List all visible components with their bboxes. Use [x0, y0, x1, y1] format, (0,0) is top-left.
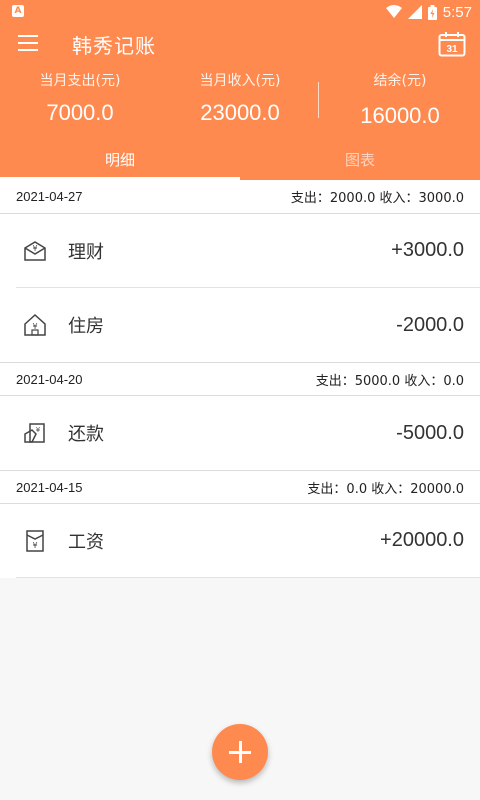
- balance-value: 16000.0: [360, 103, 440, 128]
- calendar-icon[interactable]: 31: [438, 31, 466, 57]
- item-category: 理财: [68, 241, 104, 263]
- expense-label: 当月支出(元): [39, 73, 121, 89]
- item-category: 工资: [68, 531, 104, 553]
- list-item[interactable]: ¥ 住房 -2000.0: [16, 288, 480, 362]
- tab-bar: 明细 图表: [0, 144, 480, 180]
- menu-icon[interactable]: [18, 35, 38, 51]
- date-header: 2021-04-20 支出：5000.0 收入：0.0: [0, 362, 480, 396]
- date-label: 2021-04-27: [16, 189, 83, 204]
- balance-label: 结余(元): [373, 73, 427, 89]
- date-header: 2021-04-15 支出：0.0 收入：20000.0: [0, 470, 480, 504]
- income-label: 当月收入(元): [199, 73, 281, 89]
- balance-summary: 结余(元) 16000.0: [340, 70, 460, 129]
- calendar-day: 31: [446, 44, 458, 55]
- transaction-list: 2021-04-27 支出：2000.0 收入：3000.0 ¥ 理财 +300…: [0, 180, 480, 578]
- date-summary: 支出：0.0 收入：20000.0: [307, 481, 464, 497]
- wifi-icon: [385, 5, 402, 18]
- item-amount: +20000.0: [380, 529, 464, 551]
- status-icons: 5:57: [385, 2, 472, 22]
- date-summary: 支出：2000.0 收入：3000.0: [290, 191, 464, 206]
- svg-text:¥: ¥: [32, 244, 37, 253]
- toolbar: 韩秀记账 31: [0, 28, 480, 60]
- summary-divider: [318, 82, 319, 118]
- list-item[interactable]: ¥ 理财 +3000.0: [16, 214, 480, 288]
- item-amount: -2000.0: [396, 313, 464, 336]
- list-item[interactable]: ¥ 工资 +20000.0: [16, 504, 480, 578]
- signal-icon: [407, 5, 422, 19]
- add-record-button[interactable]: [212, 724, 268, 780]
- item-category: 住房: [68, 316, 104, 337]
- item-amount: +3000.0: [391, 239, 464, 261]
- battery-icon: [427, 4, 437, 20]
- date-label: 2021-04-15: [16, 479, 83, 495]
- repayment-icon: ¥: [24, 423, 45, 443]
- monthly-summary: 当月支出(元) 7000.0 当月收入(元) 23000.0 结余(元) 160…: [0, 70, 480, 140]
- tab-chart[interactable]: 图表: [240, 149, 480, 170]
- svg-text:¥: ¥: [36, 426, 41, 434]
- income-value: 23000.0: [200, 100, 280, 125]
- svg-text:¥: ¥: [32, 541, 37, 550]
- house-icon: ¥: [24, 313, 46, 336]
- date-summary: 支出：5000.0 收入：0.0: [315, 373, 464, 389]
- expense-value: 7000.0: [46, 100, 114, 125]
- app-header: A 5:57 韩秀记账 31 当月支出(元) 7000.0 当月收入(元) 23…: [0, 0, 480, 180]
- date-header: 2021-04-27 支出：2000.0 收入：3000.0: [0, 180, 480, 214]
- app-title: 韩秀记账: [72, 34, 156, 58]
- date-label: 2021-04-20: [16, 371, 83, 387]
- status-time: 5:57: [442, 3, 472, 21]
- notification-icon: A: [12, 5, 24, 17]
- status-bar: A 5:57: [0, 0, 480, 24]
- item-category: 还款: [68, 424, 104, 445]
- list-item[interactable]: ¥ 还款 -5000.0: [16, 396, 480, 470]
- expense-summary: 当月支出(元) 7000.0: [20, 70, 140, 126]
- income-summary: 当月收入(元) 23000.0: [180, 70, 300, 126]
- item-amount: -5000.0: [396, 421, 464, 444]
- tab-detail[interactable]: 明细: [0, 149, 240, 170]
- finance-icon: ¥: [24, 240, 46, 261]
- salary-icon: ¥: [26, 529, 44, 552]
